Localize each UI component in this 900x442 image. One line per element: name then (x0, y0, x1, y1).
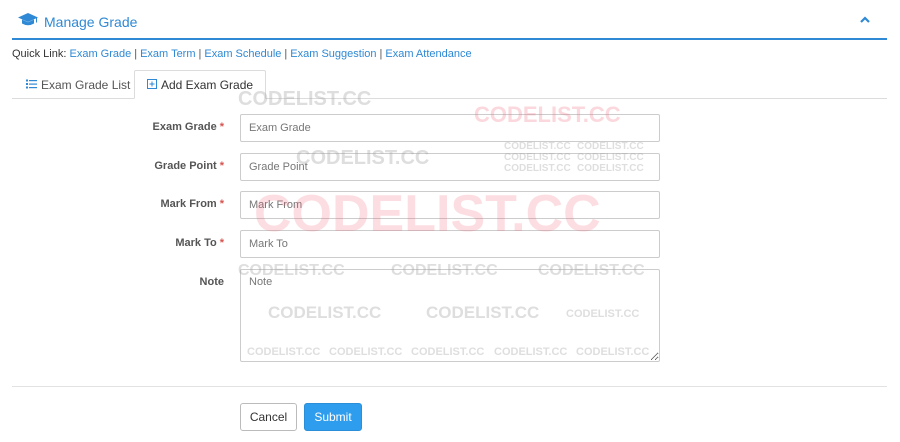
quick-link-exam-grade[interactable]: Exam Grade (69, 48, 131, 60)
mark-to-input[interactable] (240, 230, 660, 258)
graduation-cap-icon (18, 13, 44, 30)
chevron-up-icon[interactable] (859, 14, 871, 28)
mark-from-input[interactable] (240, 191, 660, 219)
quick-links-prefix: Quick Link: (12, 48, 67, 60)
panel-header: Manage Grade (12, 0, 887, 40)
quick-link-exam-attendance[interactable]: Exam Attendance (385, 48, 471, 60)
tab-exam-grade-list[interactable]: Exam Grade List (14, 70, 142, 99)
exam-grade-input[interactable] (240, 114, 660, 142)
mark-to-label: Mark To * (175, 237, 224, 249)
watermark: CODELIST.CC (577, 141, 644, 152)
grade-point-input[interactable] (240, 153, 660, 181)
panel-title: Manage Grade (18, 13, 137, 30)
form-divider (12, 386, 887, 387)
quick-links: Quick Link: Exam Grade | Exam Term | Exam Sc… (12, 48, 472, 60)
tab-exam-grade-list-label: Exam Grade List (41, 77, 131, 92)
note-textarea[interactable] (240, 269, 660, 362)
plus-square-icon (147, 78, 161, 92)
grade-point-label: Grade Point * (154, 160, 224, 172)
cancel-button[interactable]: Cancel (240, 403, 297, 431)
exam-grade-label: Exam Grade * (152, 121, 224, 133)
mark-from-label: Mark From * (160, 198, 224, 210)
list-icon (26, 78, 41, 92)
tab-add-exam-grade[interactable]: Add Exam Grade (134, 70, 267, 99)
quick-link-exam-suggestion[interactable]: Exam Suggestion (290, 48, 376, 60)
quick-link-exam-schedule[interactable]: Exam Schedule (204, 48, 281, 60)
tab-bar: Exam Grade List Add Exam Grade (12, 70, 887, 99)
note-label: Note (199, 276, 224, 288)
submit-button[interactable]: Submit (304, 403, 362, 431)
panel-title-text: Manage Grade (44, 13, 138, 30)
quick-link-exam-term[interactable]: Exam Term (140, 48, 195, 60)
watermark: CODELIST.CC (504, 141, 571, 152)
tab-add-exam-grade-label: Add Exam Grade (161, 77, 254, 92)
